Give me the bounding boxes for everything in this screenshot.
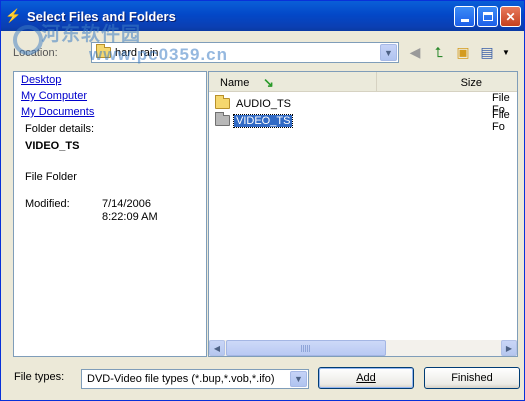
folder-icon xyxy=(215,95,230,109)
grip-icon xyxy=(301,345,311,352)
location-combo[interactable]: hard rain ▼ xyxy=(91,42,399,63)
new-folder-icon[interactable]: ▣ xyxy=(454,43,472,61)
selected-folder-name: VIDEO_TS xyxy=(25,140,80,152)
list-item[interactable]: VIDEO_TS File Fo xyxy=(214,109,517,133)
location-value: hard rain xyxy=(115,46,159,59)
list-item-type: File Fo xyxy=(492,108,510,133)
column-header-name[interactable]: Name ↘ xyxy=(209,72,377,92)
view-menu-caret-icon[interactable]: ▼ xyxy=(502,43,510,61)
close-button[interactable]: ✕ xyxy=(500,6,521,27)
close-icon: ✕ xyxy=(505,9,516,24)
folder-icon xyxy=(215,112,230,126)
modified-label: Modified: xyxy=(25,198,70,210)
add-button-label: Add xyxy=(356,372,376,384)
file-types-select[interactable]: DVD-Video file types (*.bup,*.vob,*.ifo)… xyxy=(81,369,309,389)
minimize-icon xyxy=(460,19,469,22)
file-types-value: DVD-Video file types (*.bup,*.vob,*.ifo) xyxy=(87,373,275,385)
list-item-name: AUDIO_TS xyxy=(236,97,292,110)
column-header-size[interactable]: Size xyxy=(378,72,517,92)
file-types-label: File types: xyxy=(14,371,65,383)
folder-icon xyxy=(96,44,111,58)
finished-button-label: Finished xyxy=(451,372,493,384)
back-arrow-icon[interactable]: ◀ xyxy=(406,43,424,61)
link-my-computer[interactable]: My Computer xyxy=(21,90,87,102)
minimize-button[interactable] xyxy=(454,6,475,27)
link-desktop[interactable]: Desktop xyxy=(21,74,61,86)
chevron-down-icon[interactable]: ▼ xyxy=(290,371,307,387)
modified-date: 7/14/2006 xyxy=(102,198,151,210)
add-button[interactable]: Add xyxy=(318,367,414,389)
maximize-button[interactable] xyxy=(477,6,498,27)
scroll-right-icon[interactable]: ▶ xyxy=(501,340,517,356)
chevron-down-icon[interactable]: ▼ xyxy=(380,44,397,61)
view-menu-icon[interactable]: ▤ xyxy=(478,43,496,61)
app-icon: ⚡ xyxy=(5,8,22,23)
file-list: Name ↘ Size AUDIO_TS File Fo VIDEO_TS Fi… xyxy=(208,71,518,357)
select-files-dialog: ⚡ Select Files and Folders ✕ Location: h… xyxy=(0,0,525,401)
folder-details-heading: Folder details: xyxy=(25,123,95,135)
column-name-label: Name xyxy=(220,77,250,89)
location-bar: Location: hard rain ▼ ◀ ⮤ ▣ ▤ ▼ xyxy=(1,37,524,67)
window-title: Select Files and Folders xyxy=(27,8,176,24)
title-bar[interactable]: ⚡ Select Files and Folders ✕ xyxy=(1,1,524,31)
scrollbar-thumb[interactable] xyxy=(226,340,386,356)
scroll-left-icon[interactable]: ◀ xyxy=(209,340,225,356)
location-label: Location: xyxy=(13,47,58,59)
modified-time: 8:22:09 AM xyxy=(102,211,158,223)
link-my-documents[interactable]: My Documents xyxy=(21,106,94,118)
list-item-name: VIDEO_TS xyxy=(232,113,294,128)
column-headers: Name ↘ Size xyxy=(209,72,517,92)
up-folder-icon[interactable]: ⮤ xyxy=(430,43,448,61)
left-pane: Desktop My Computer My Documents Folder … xyxy=(13,71,207,357)
horizontal-scrollbar[interactable]: ◀ ▶ xyxy=(209,340,517,356)
sort-arrow-icon: ↘ xyxy=(263,75,274,90)
maximize-icon xyxy=(482,12,493,21)
list-item[interactable]: AUDIO_TS File Fo xyxy=(214,92,517,116)
selected-folder-type: File Folder xyxy=(25,171,77,183)
finished-button[interactable]: Finished xyxy=(424,367,520,389)
column-size-label: Size xyxy=(460,77,482,89)
